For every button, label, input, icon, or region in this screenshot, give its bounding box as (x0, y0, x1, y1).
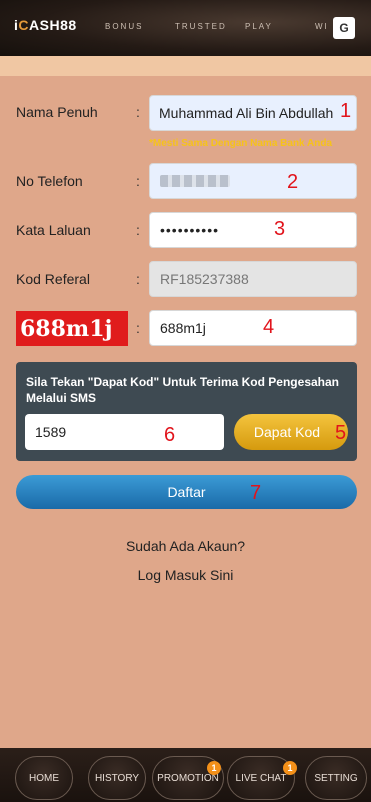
sms-verification-panel: Sila Tekan "Dapat Kod" Untuk Terima Kod … (16, 362, 357, 461)
captcha-field[interactable]: 688m1j (149, 310, 357, 346)
password-field[interactable]: •••••••••• (149, 212, 357, 248)
login-link[interactable]: Log Masuk Sini (0, 567, 371, 583)
nav-play[interactable]: PLAY (245, 22, 315, 31)
annotation-5: 5 (335, 422, 347, 444)
login-prompt: Sudah Ada Akaun? (125, 538, 246, 554)
nav-setting[interactable]: SETTING (305, 756, 367, 800)
name-hint: *Mesti Sama Dengan Nama Bank Anda (149, 138, 333, 149)
password-label: Kata Laluan (16, 222, 91, 238)
top-nav: BONUS TRUSTED PLAY WI (105, 22, 371, 31)
nav-trusted[interactable]: TRUSTED (175, 22, 245, 31)
colon: : (136, 222, 140, 238)
annotation-2: 2 (287, 171, 299, 193)
brand-logo[interactable]: iCASH88 (14, 17, 77, 33)
annotation-1: 1 (340, 100, 352, 122)
register-button[interactable]: Daftar (16, 475, 357, 509)
full-name-field[interactable]: Muhammad Ali Bin Abdullah (149, 95, 357, 131)
phone-label: No Telefon (16, 173, 83, 189)
annotation-6: 6 (164, 424, 176, 446)
annotation-7: 7 (250, 482, 262, 504)
colon: : (136, 320, 140, 336)
bottom-nav: HOME HISTORY PROMOTION 1 LIVE CHAT 1 SET… (0, 748, 371, 802)
colon: : (136, 104, 140, 120)
app-header: iCASH88 BONUS TRUSTED PLAY WI G (0, 0, 371, 56)
referral-field: RF185237388 (149, 261, 357, 297)
colon: : (136, 271, 140, 287)
blurred-phone-value (160, 175, 230, 187)
referral-label: Kod Referal (16, 271, 90, 287)
sms-instruction: Sila Tekan "Dapat Kod" Untuk Terima Kod … (26, 375, 339, 405)
promotion-badge: 1 (207, 761, 221, 775)
annotation-4: 4 (263, 316, 275, 338)
verification-code-field[interactable]: 1589 (25, 414, 224, 450)
live-chat-badge: 1 (283, 761, 297, 775)
translate-icon[interactable]: G (333, 17, 355, 39)
get-code-button[interactable]: Dapat Kod (234, 414, 348, 450)
name-label: Nama Penuh (16, 104, 98, 120)
nav-home[interactable]: HOME (15, 756, 73, 800)
header-subbar (0, 56, 371, 76)
phone-field[interactable] (149, 163, 357, 199)
colon: : (136, 173, 140, 189)
annotation-3: 3 (274, 218, 286, 240)
nav-history[interactable]: HISTORY (88, 756, 146, 800)
nav-bonus[interactable]: BONUS (105, 22, 175, 31)
captcha-image: 688m1j (16, 311, 128, 346)
logo-c-icon: C (18, 17, 30, 33)
